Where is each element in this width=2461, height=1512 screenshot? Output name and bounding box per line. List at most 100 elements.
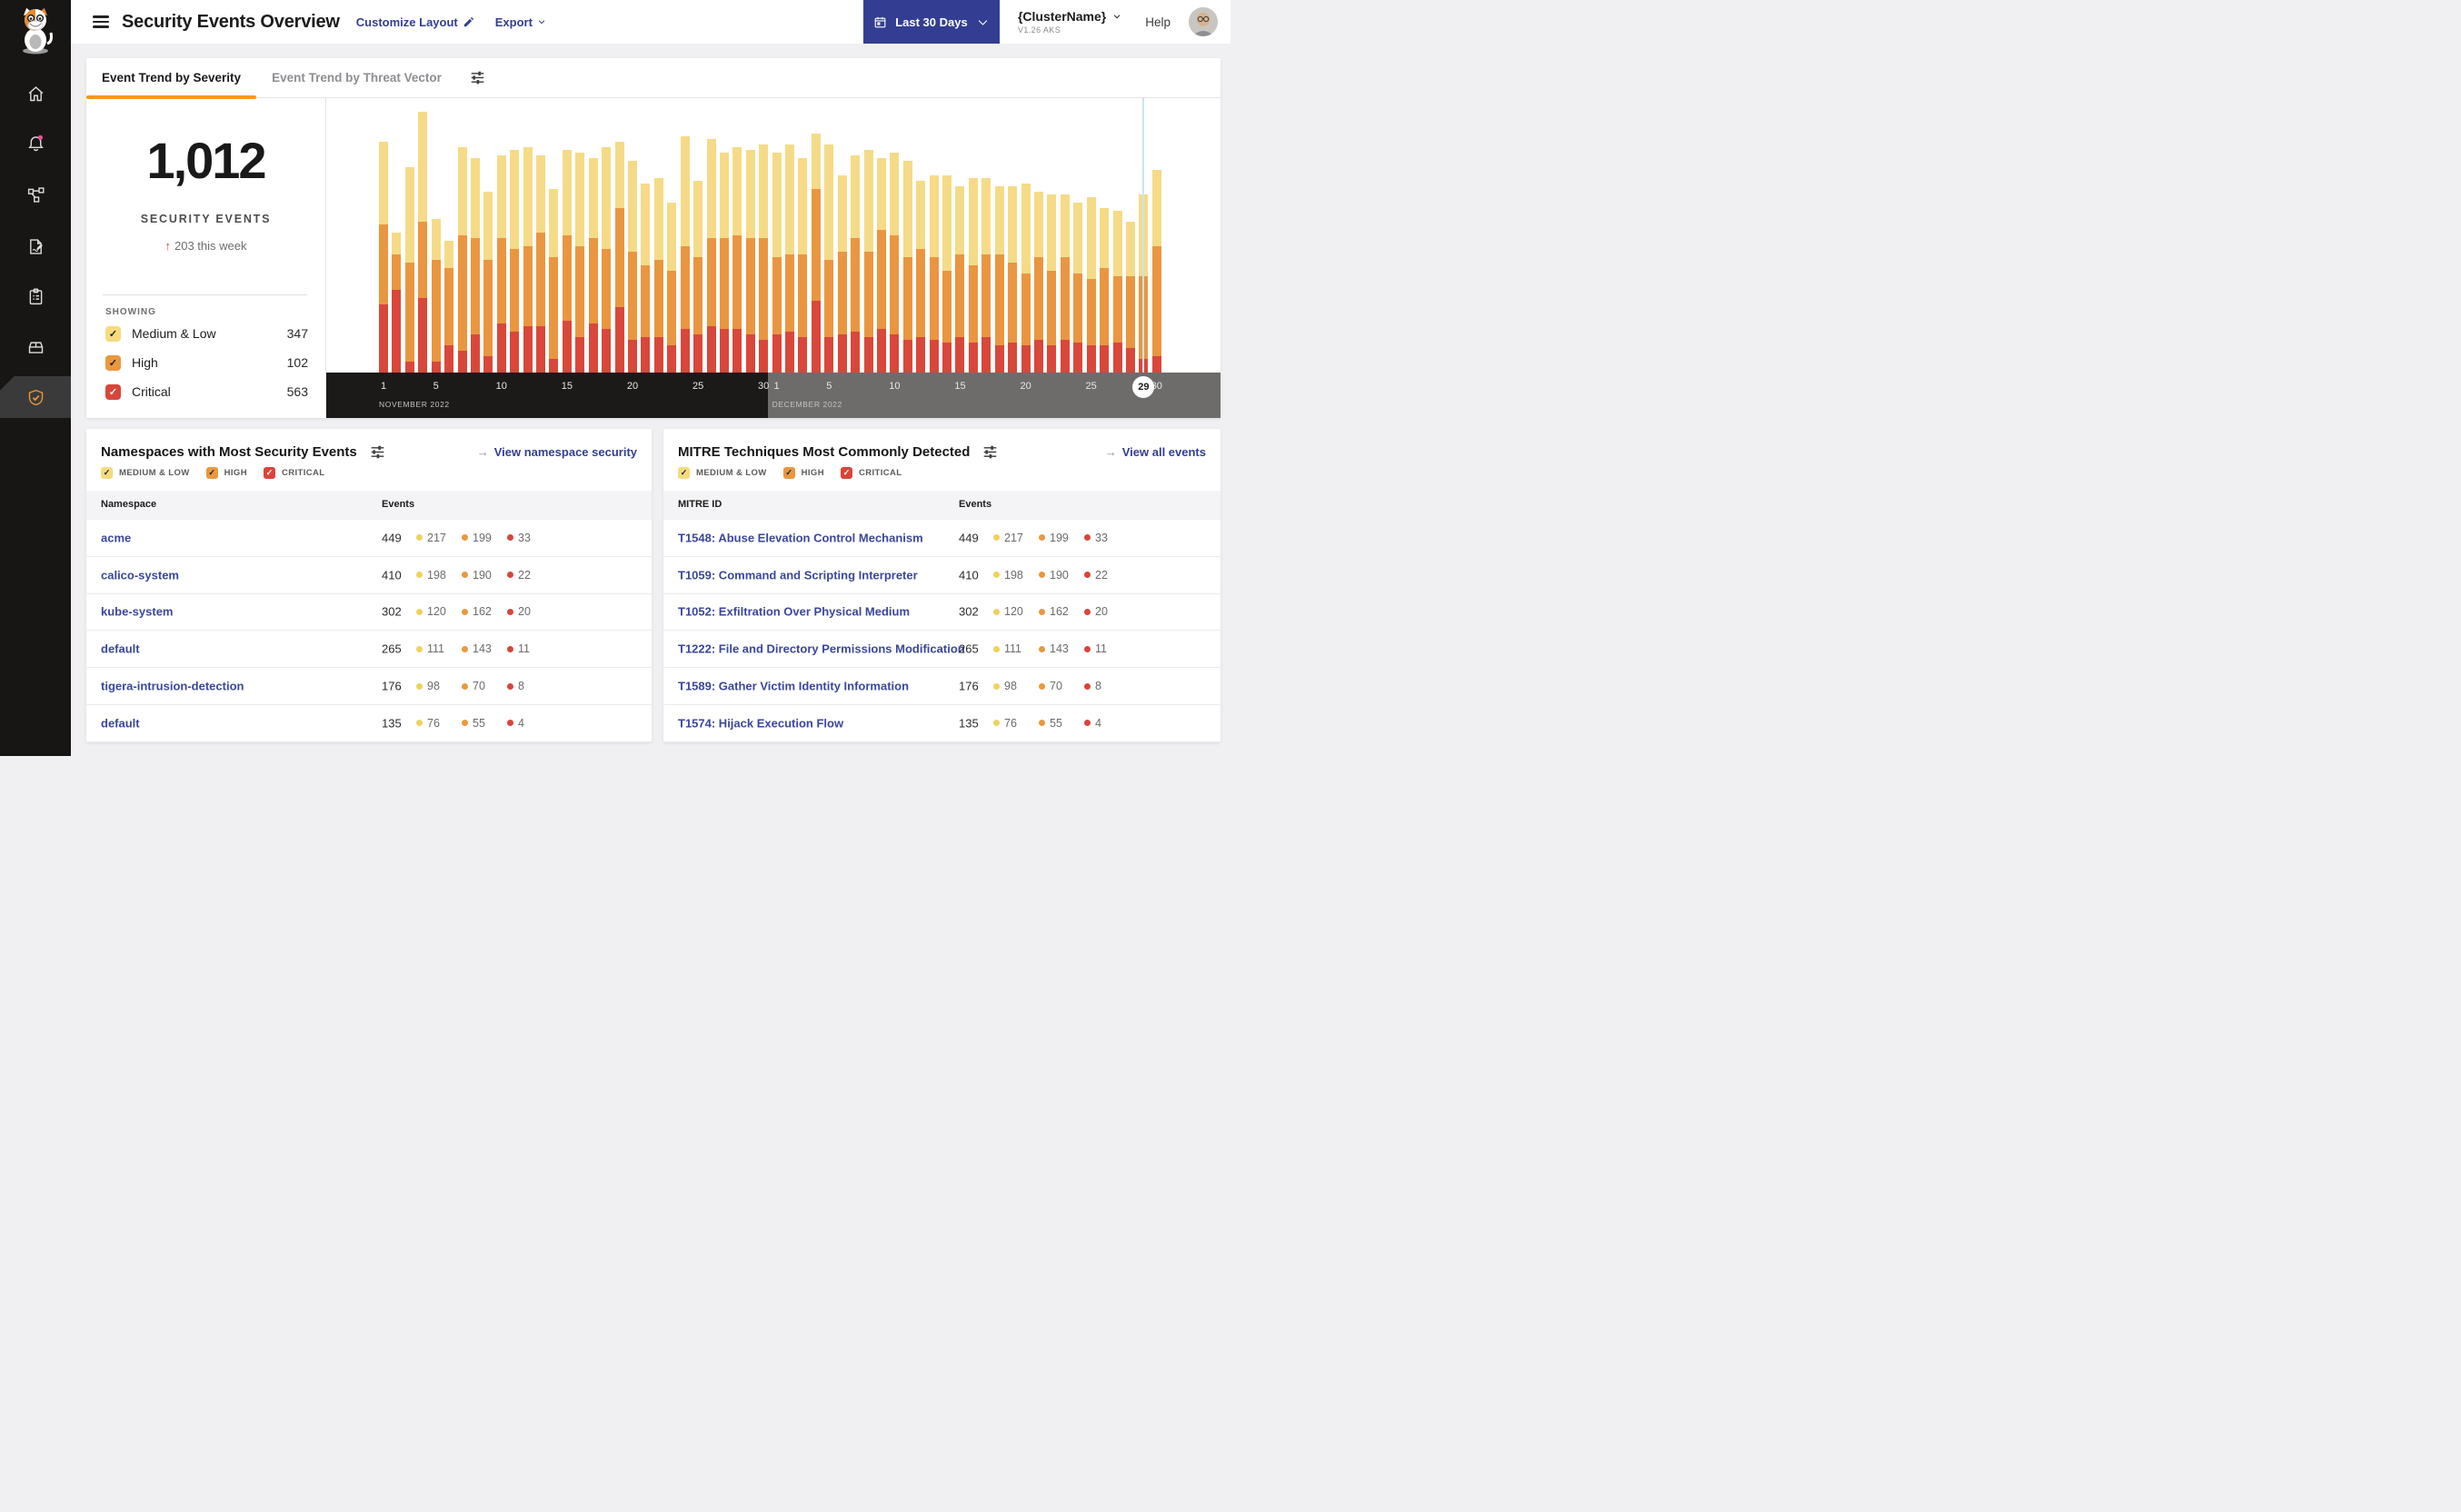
nav-compliance-clipboard-icon[interactable] — [0, 281, 71, 312]
chart-bar-dec-9[interactable] — [876, 158, 886, 373]
chart-bar-dec-18[interactable] — [994, 185, 1004, 373]
chart-bar-nov-12[interactable] — [523, 147, 533, 373]
view-namespace-security-link[interactable]: → View namespace security — [477, 445, 637, 459]
chart-bar-dec-11[interactable] — [902, 161, 912, 373]
row-link[interactable]: T1574: Hijack Execution Flow — [678, 716, 843, 730]
chart-bar-nov-2[interactable] — [392, 233, 402, 373]
chart-bar-dec-14[interactable] — [942, 174, 952, 373]
row-link[interactable]: T1059: Command and Scripting Interpreter — [678, 568, 918, 582]
row-link[interactable]: acme — [101, 531, 131, 544]
chart-bar-dec-2[interactable] — [785, 144, 795, 373]
chart-bar-nov-23[interactable] — [667, 202, 677, 373]
date-range-button[interactable]: Last 30 Days — [862, 0, 1000, 44]
chart-bar-dec-26[interactable] — [1100, 207, 1110, 373]
chart-bar-nov-24[interactable] — [680, 136, 690, 373]
row-link[interactable]: T1222: File and Directory Permissions Mo… — [678, 642, 965, 656]
nav-threat-defense-shield-icon[interactable] — [0, 382, 71, 413]
row-link[interactable]: default — [101, 642, 140, 656]
help-link[interactable]: Help — [1145, 15, 1171, 29]
chart-bar-nov-11[interactable] — [510, 150, 520, 373]
chart-bar-nov-27[interactable] — [719, 153, 729, 373]
chart-bar-dec-8[interactable] — [863, 150, 873, 373]
high-checkbox[interactable]: ✓ — [205, 467, 218, 479]
chart-bar-nov-21[interactable] — [641, 183, 651, 373]
chart-bar-dec-3[interactable] — [798, 158, 808, 373]
chart-bar-dec-13[interactable] — [929, 174, 939, 373]
chart-bar-nov-14[interactable] — [549, 188, 559, 373]
chart-bar-dec-6[interactable] — [837, 174, 847, 373]
chart-bar-dec-21[interactable] — [1034, 191, 1043, 373]
chart-bar-nov-10[interactable] — [496, 155, 506, 373]
critical-checkbox[interactable]: ✓ — [840, 467, 852, 479]
medium-low-checkbox[interactable]: ✓ — [678, 467, 690, 479]
critical-checkbox[interactable]: ✓ — [263, 467, 275, 479]
selected-day-badge[interactable]: 29 — [1132, 376, 1155, 398]
chart-bar-nov-6[interactable] — [444, 241, 454, 373]
nav-home-icon[interactable] — [0, 78, 71, 109]
chart-bar-dec-30[interactable] — [1151, 169, 1161, 373]
chart-bar-dec-15[interactable] — [955, 185, 965, 373]
chart-bar-dec-28[interactable] — [1125, 221, 1135, 373]
medium-low-checkbox[interactable]: ✓ — [101, 467, 113, 479]
chart-bar-nov-1[interactable] — [379, 142, 388, 373]
chart-bar-nov-15[interactable] — [562, 150, 572, 373]
chart-bar-nov-5[interactable] — [431, 218, 441, 373]
chart-bar-nov-16[interactable] — [575, 153, 585, 373]
chart-bar-dec-23[interactable] — [1060, 194, 1070, 373]
chart-bar-nov-17[interactable] — [588, 158, 598, 373]
row-link[interactable]: kube-system — [101, 605, 173, 619]
chart-bar-nov-28[interactable] — [732, 147, 742, 373]
chart-bar-dec-24[interactable] — [1073, 202, 1083, 373]
chart-bar-nov-25[interactable] — [693, 180, 703, 373]
chart-bar-dec-10[interactable] — [890, 153, 900, 373]
chart-filter-sliders-icon[interactable] — [470, 70, 485, 85]
chart-bar-nov-9[interactable] — [483, 191, 493, 373]
chart-bar-nov-7[interactable] — [457, 147, 467, 373]
chart-bar-nov-30[interactable] — [759, 144, 769, 373]
chart-bar-nov-19[interactable] — [614, 142, 624, 373]
chart-bar-nov-13[interactable] — [536, 155, 546, 373]
row-link[interactable]: T1548: Abuse Elevation Control Mechanism — [678, 531, 923, 544]
chart-bar-dec-19[interactable] — [1008, 185, 1018, 373]
cluster-selector[interactable]: {ClusterName} V1.26 AKS — [1018, 9, 1121, 35]
chart-x-axis[interactable]: 1 5 10 15 20 25 30 NOVEMBER 2022 1 5 10 15 20 25 30 DEC… — [326, 373, 1221, 418]
row-link[interactable]: T1052: Exfiltration Over Physical Medium — [678, 605, 910, 619]
nav-alerts-bell-icon[interactable] — [0, 127, 71, 158]
nav-image-assurance-box-icon[interactable] — [0, 331, 71, 362]
chart-bar-dec-17[interactable] — [981, 177, 991, 373]
row-link[interactable]: default — [101, 716, 140, 730]
nav-policies-edit-icon[interactable] — [0, 231, 71, 262]
user-avatar[interactable] — [1189, 7, 1218, 36]
tab-event-trend-by-threat-vector[interactable]: Event Trend by Threat Vector — [256, 58, 457, 98]
row-link[interactable]: T1589: Gather Victim Identity Informatio… — [678, 680, 909, 693]
chart-bar-dec-22[interactable] — [1047, 194, 1057, 373]
export-button[interactable]: Export — [495, 15, 546, 29]
critical-checkbox[interactable]: ✓ — [105, 383, 121, 400]
row-link[interactable]: tigera-intrusion-detection — [101, 680, 244, 693]
chart-bar-dec-25[interactable] — [1086, 196, 1096, 373]
calico-cat-logo[interactable] — [14, 5, 57, 61]
chart-bar-nov-22[interactable] — [653, 177, 663, 373]
medium-low-checkbox[interactable]: ✓ — [105, 325, 121, 342]
customize-layout-button[interactable]: Customize Layout — [356, 15, 475, 29]
chart-bar-nov-3[interactable] — [404, 166, 414, 373]
chart-bar-nov-18[interactable] — [602, 147, 612, 373]
chart-bar-dec-1[interactable] — [772, 153, 782, 373]
chart-bar-nov-8[interactable] — [470, 158, 480, 373]
tab-event-trend-by-severity[interactable]: Event Trend by Severity — [86, 58, 257, 99]
view-all-events-link[interactable]: → View all events — [1105, 445, 1206, 459]
chart-bar-nov-20[interactable] — [627, 161, 637, 373]
nav-service-graph-icon[interactable] — [0, 179, 71, 210]
high-checkbox[interactable]: ✓ — [782, 467, 795, 479]
chart-bar-dec-12[interactable] — [916, 180, 926, 373]
chart-bar-dec-7[interactable] — [851, 155, 861, 373]
chart-bar-nov-29[interactable] — [745, 150, 755, 373]
row-link[interactable]: calico-system — [101, 568, 179, 582]
chart-bar-dec-27[interactable] — [1112, 210, 1122, 373]
high-checkbox[interactable]: ✓ — [105, 354, 121, 371]
chart-bar-nov-26[interactable] — [706, 139, 716, 373]
chart-bar-dec-5[interactable] — [824, 144, 834, 373]
table-filter-sliders-icon[interactable] — [982, 444, 998, 460]
chart-bar-dec-20[interactable] — [1021, 183, 1031, 373]
chart-bar-dec-16[interactable] — [968, 177, 978, 373]
